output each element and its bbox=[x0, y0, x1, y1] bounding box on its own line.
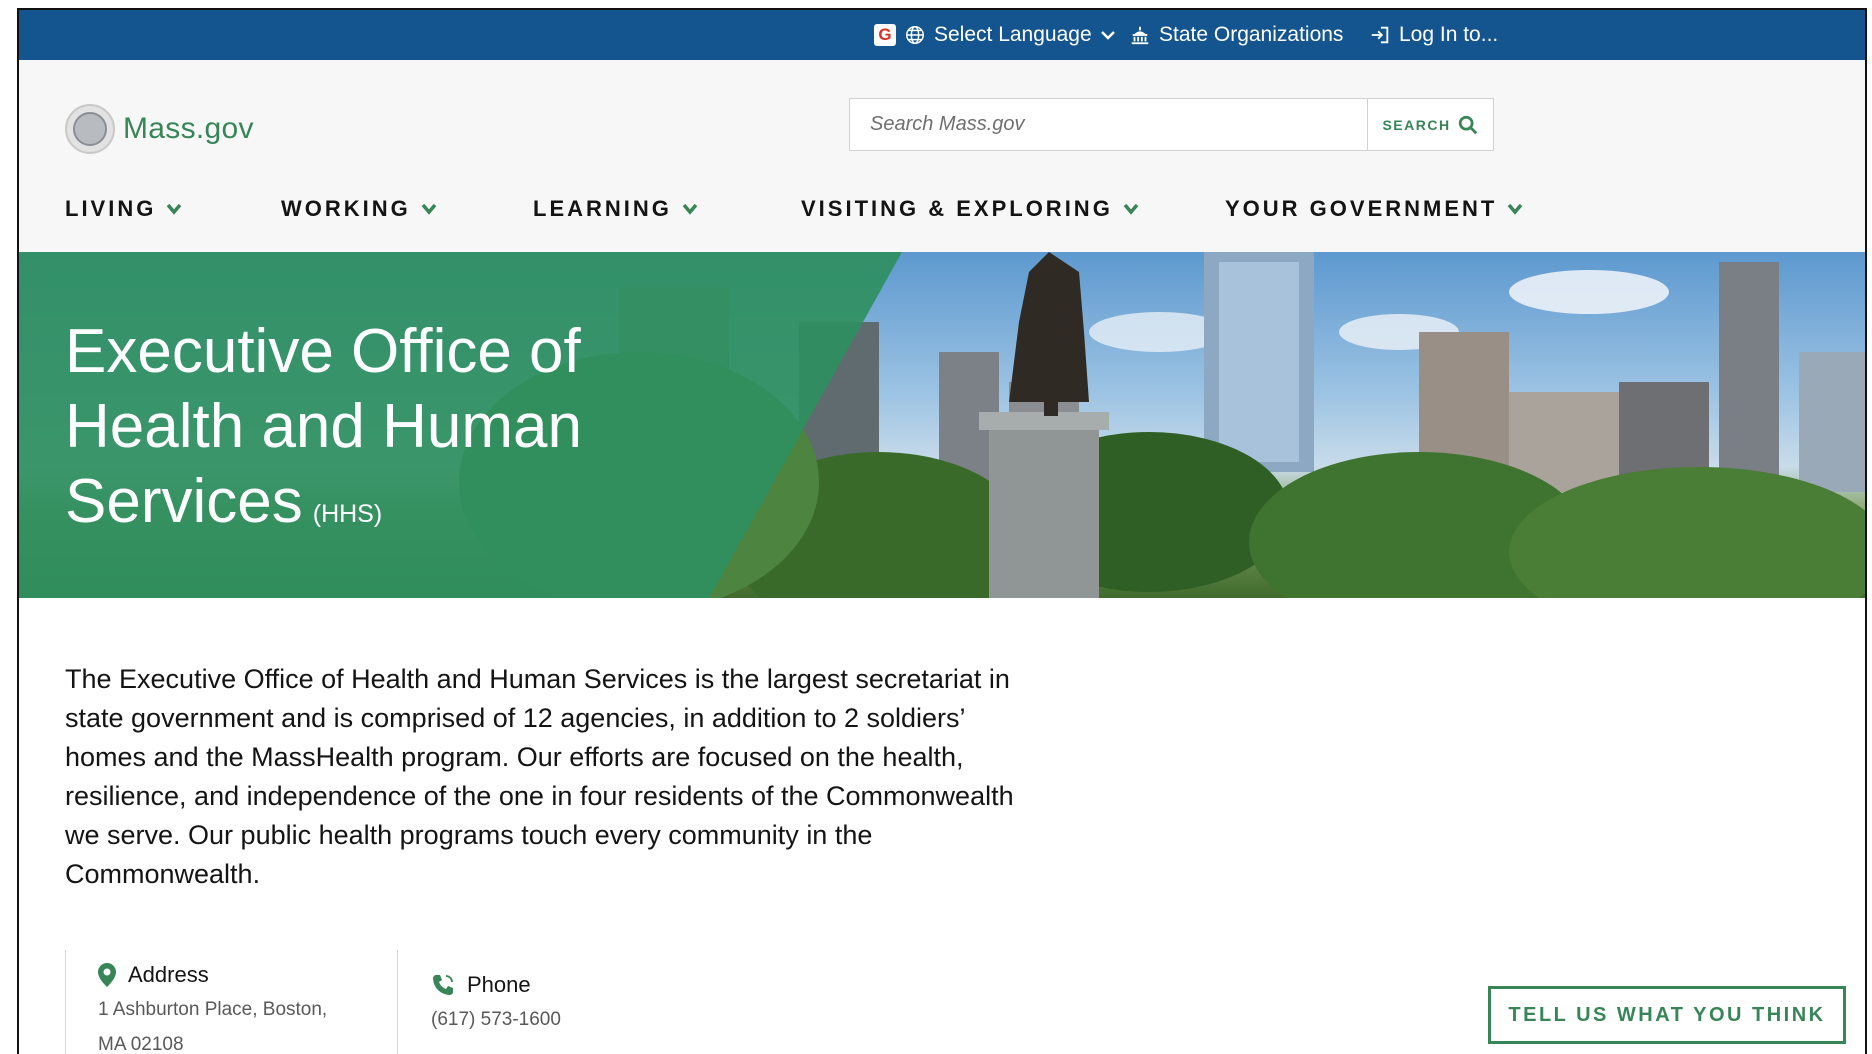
login-icon bbox=[1371, 26, 1389, 44]
phone-icon bbox=[433, 975, 453, 995]
feedback-button[interactable]: TELL US WHAT YOU THINK bbox=[1488, 986, 1846, 1044]
main-navigation: LIVING WORKING LEARNING VISITING & EXPLO… bbox=[65, 196, 1665, 232]
login-link[interactable]: Log In to... bbox=[1369, 22, 1498, 48]
phone-label: Phone bbox=[467, 972, 531, 997]
site-header: Mass.gov SEARCH LIVING WORKING LEARNING bbox=[19, 60, 1865, 252]
nav-item-label: VISITING & EXPLORING bbox=[801, 196, 1113, 221]
state-organizations-link[interactable]: State Organizations bbox=[1129, 22, 1343, 48]
chevron-down-icon bbox=[1508, 203, 1523, 215]
intro-paragraph: The Executive Office of Health and Human… bbox=[65, 664, 1014, 889]
search-button[interactable]: SEARCH bbox=[1367, 99, 1493, 150]
address-section: Address 1 Ashburton Place, Boston, MA 02… bbox=[98, 962, 358, 1054]
map-pin-icon bbox=[98, 963, 116, 987]
nav-item-your-government[interactable]: YOUR GOVERNMENT bbox=[1225, 196, 1523, 222]
nav-item-visiting-exploring[interactable]: VISITING & EXPLORING bbox=[801, 196, 1139, 222]
phone-heading: Phone bbox=[431, 972, 561, 998]
address-heading: Address bbox=[98, 962, 358, 988]
address-block: Address 1 Ashburton Place, Boston, MA 02… bbox=[65, 950, 385, 1054]
nav-item-label: YOUR GOVERNMENT bbox=[1225, 196, 1498, 221]
browser-frame: G Select Language State Organizations Lo… bbox=[17, 8, 1867, 1054]
chevron-down-icon bbox=[1100, 31, 1115, 40]
nav-item-living[interactable]: LIVING bbox=[65, 196, 182, 222]
chevron-down-icon bbox=[1123, 203, 1139, 215]
hero-banner: Executive Office of Health and Human Ser… bbox=[19, 252, 1865, 598]
chevron-down-icon bbox=[421, 203, 437, 215]
chevron-down-icon bbox=[167, 203, 182, 215]
state-seal-icon bbox=[65, 104, 115, 154]
logo-text: Mass.gov bbox=[123, 112, 254, 145]
search-input[interactable] bbox=[850, 99, 1367, 150]
search-icon bbox=[1458, 115, 1477, 134]
nav-item-label: WORKING bbox=[281, 196, 411, 221]
language-selector[interactable]: G Select Language bbox=[874, 22, 1116, 48]
nav-item-label: LIVING bbox=[65, 196, 157, 221]
nav-item-learning[interactable]: LEARNING bbox=[533, 196, 698, 222]
nav-item-label: LEARNING bbox=[533, 196, 672, 221]
chevron-down-icon bbox=[682, 203, 698, 215]
contact-divider bbox=[397, 950, 398, 1054]
search-form: SEARCH bbox=[849, 98, 1494, 151]
phone-number-link[interactable]: (617) 573-1600 bbox=[431, 1002, 561, 1037]
globe-icon bbox=[906, 26, 924, 44]
mass-gov-logo[interactable]: Mass.gov bbox=[65, 104, 254, 154]
capitol-building-icon bbox=[1131, 26, 1149, 45]
address-value: 1 Ashburton Place, Boston, MA 02108 bbox=[98, 999, 328, 1054]
state-organizations-label: State Organizations bbox=[1159, 23, 1344, 46]
search-button-label: SEARCH bbox=[1382, 116, 1451, 133]
phone-section: Phone (617) 573-1600 bbox=[431, 972, 561, 1037]
google-translate-icon: G bbox=[874, 24, 896, 46]
address-label: Address bbox=[128, 962, 209, 987]
language-label: Select Language bbox=[934, 23, 1092, 46]
login-label: Log In to... bbox=[1399, 23, 1499, 46]
utility-bar: G Select Language State Organizations Lo… bbox=[19, 10, 1865, 60]
nav-item-working[interactable]: WORKING bbox=[281, 196, 437, 222]
page-title: Executive Office of Health and Human Ser… bbox=[65, 314, 705, 552]
page-title-abbreviation: (HHS) bbox=[312, 500, 383, 528]
